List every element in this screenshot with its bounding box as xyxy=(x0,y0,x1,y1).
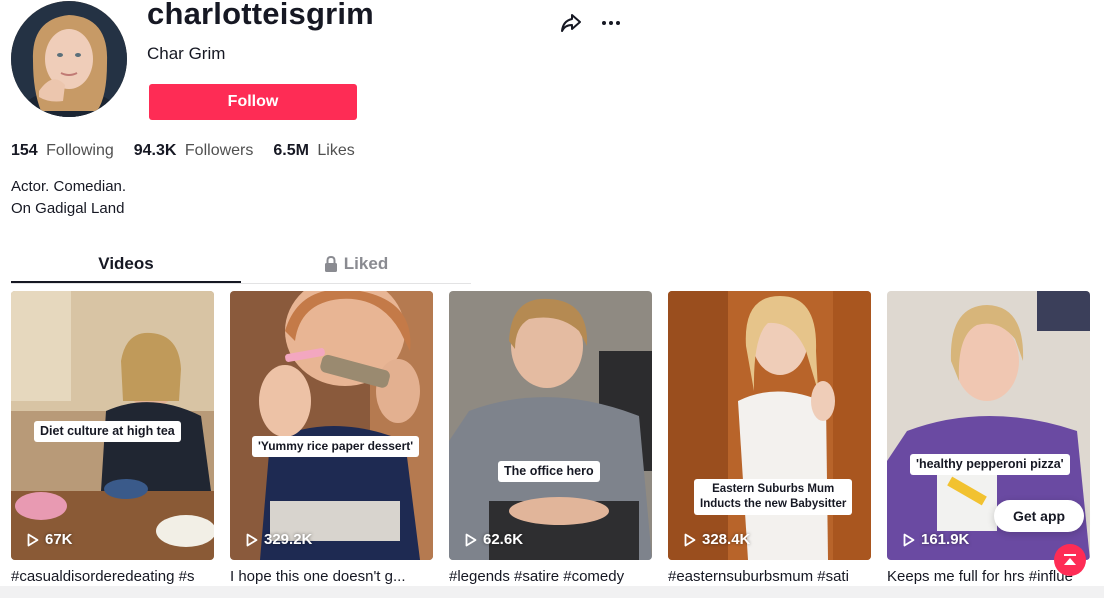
active-tab-indicator xyxy=(11,281,241,283)
view-count: 62.6K xyxy=(465,531,523,548)
likes-label: Likes xyxy=(317,142,355,159)
video-card[interactable]: Eastern Suburbs Mum Inducts the new Baby… xyxy=(668,291,871,560)
following-count: 154 xyxy=(11,142,38,159)
video-card[interactable]: 'Yummy rice paper dessert' 329.2K xyxy=(230,291,433,560)
scroll-to-top-button[interactable] xyxy=(1054,544,1086,576)
bio-line: Actor. Comedian. xyxy=(11,178,127,195)
view-count-value: 161.9K xyxy=(921,531,970,548)
view-count-value: 62.6K xyxy=(483,531,524,548)
play-icon xyxy=(27,533,39,546)
play-icon xyxy=(903,533,915,546)
video-caption: The office hero xyxy=(498,461,600,482)
video-thumbnail xyxy=(230,291,433,560)
profile-tabs: Videos Liked xyxy=(11,244,471,284)
video-thumbnail xyxy=(668,291,871,560)
view-count-value: 328.4K xyxy=(702,531,751,548)
tab-liked[interactable]: Liked xyxy=(241,244,471,283)
video-card[interactable]: Diet culture at high tea 67K xyxy=(11,291,214,560)
play-icon xyxy=(684,533,696,546)
following-stat[interactable]: 154 Following xyxy=(11,142,114,160)
video-caption-line: Inducts the new Babysitter xyxy=(700,498,847,510)
view-count-value: 329.2K xyxy=(264,531,313,548)
video-description[interactable]: #easternsuburbsmum #sati xyxy=(668,568,871,585)
nickname: Char Grim xyxy=(147,44,226,63)
video-description[interactable]: I hope this one doesn't g... xyxy=(230,568,433,585)
profile-stats: 154 Following 94.3K Followers 6.5M Likes xyxy=(11,142,355,160)
followers-count: 94.3K xyxy=(133,142,177,159)
tab-label: Videos xyxy=(98,253,154,273)
video-description[interactable]: #legends #satire #comedy xyxy=(449,568,652,585)
video-caption-line: Eastern Suburbs Mum xyxy=(712,483,835,495)
tab-label: Liked xyxy=(343,253,389,273)
video-caption: 'Yummy rice paper dessert' xyxy=(252,436,420,457)
followers-stat[interactable]: 94.3K Followers xyxy=(134,142,254,160)
video-caption: Diet culture at high tea xyxy=(34,421,181,442)
more-options-icon[interactable] xyxy=(598,10,624,36)
video-card[interactable]: The office hero 62.6K xyxy=(449,291,652,560)
video-grid: Diet culture at high tea 67K 'Yummy rice… xyxy=(11,291,1090,560)
get-app-button[interactable]: Get app xyxy=(994,500,1084,532)
follow-button[interactable]: Follow xyxy=(149,84,357,120)
tab-videos[interactable]: Videos xyxy=(11,244,241,283)
likes-count: 6.5M xyxy=(273,142,309,159)
bio: Actor. Comedian. On Gadigal Land xyxy=(11,176,126,220)
view-count: 329.2K xyxy=(246,531,312,548)
video-thumbnail xyxy=(449,291,652,560)
video-descriptions: #casualdisorderedeating #s I hope this o… xyxy=(11,568,1090,585)
avatar[interactable] xyxy=(11,1,127,117)
view-count-value: 67K xyxy=(45,531,73,548)
view-count: 67K xyxy=(27,531,73,548)
view-count: 328.4K xyxy=(684,531,750,548)
view-count: 161.9K xyxy=(903,531,969,548)
arrow-up-icon xyxy=(1064,554,1076,565)
video-caption: Eastern Suburbs Mum Inducts the new Baby… xyxy=(694,479,853,515)
bottom-scrollbar xyxy=(0,586,1104,598)
play-icon xyxy=(465,533,477,546)
username: charlotteisgrim xyxy=(147,0,374,31)
following-label: Following xyxy=(46,142,114,159)
video-description[interactable]: #casualdisorderedeating #s xyxy=(11,568,214,585)
play-icon xyxy=(246,533,258,546)
video-caption: 'healthy pepperoni pizza' xyxy=(910,454,1070,475)
lock-icon xyxy=(324,255,337,272)
followers-label: Followers xyxy=(184,142,254,159)
likes-stat: 6.5M Likes xyxy=(273,142,354,160)
bio-line: On Gadigal Land xyxy=(11,200,125,217)
share-icon[interactable] xyxy=(558,10,584,36)
